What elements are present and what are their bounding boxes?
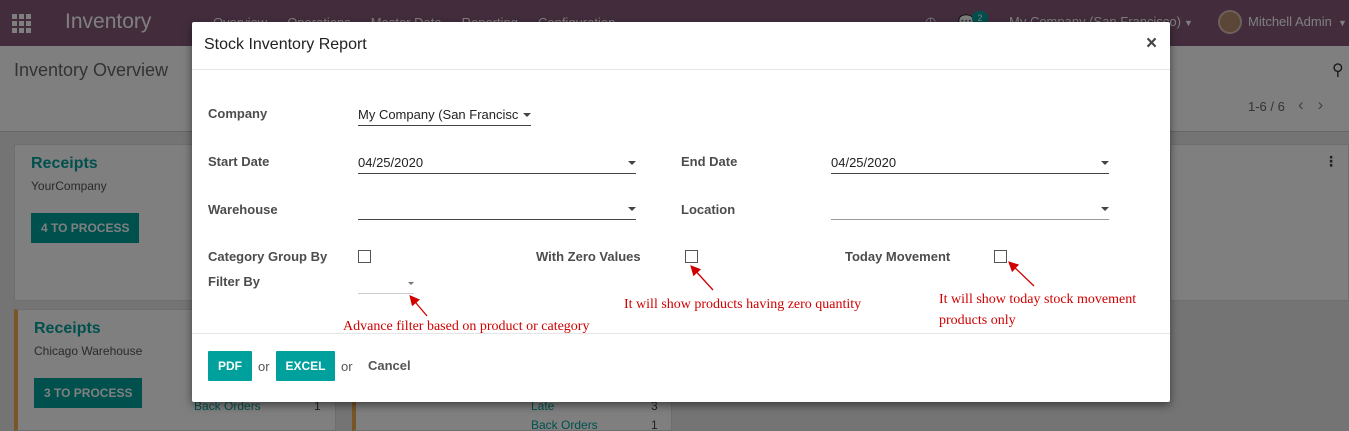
company-label: Company: [208, 106, 268, 121]
company-value: My Company (San Francisc: [358, 107, 519, 122]
close-icon[interactable]: ×: [1146, 33, 1157, 55]
pdf-button[interactable]: PDF: [208, 351, 252, 381]
start-date-label: Start Date: [208, 154, 270, 169]
today-movement-annotation-line1: It will show today stock movement: [939, 292, 1137, 307]
end-date-value: 04/25/2020: [831, 155, 897, 170]
dialog-title: Stock Inventory Report: [204, 36, 367, 53]
filter-by-select[interactable]: [358, 272, 414, 294]
category-group-by-label: Category Group By: [208, 249, 328, 264]
with-zero-values-label: With Zero Values: [536, 249, 641, 264]
stock-inventory-report-dialog: Stock Inventory Report × Company My Comp…: [192, 22, 1170, 402]
chevron-down-icon: [1101, 207, 1109, 211]
or-separator: or: [341, 359, 353, 374]
zero-values-annotation: It will show products having zero quanti…: [624, 297, 862, 312]
location-label: Location: [681, 202, 736, 217]
with-zero-values-checkbox[interactable]: [685, 250, 698, 263]
start-date-field[interactable]: 04/25/2020: [358, 152, 636, 174]
filter-arrow: [409, 295, 428, 317]
chevron-down-icon: [1101, 161, 1109, 165]
start-date-value: 04/25/2020: [358, 155, 424, 170]
today-movement-annotation-line2: products only: [939, 313, 1016, 328]
end-date-field[interactable]: 04/25/2020: [831, 152, 1109, 174]
end-date-label: End Date: [681, 154, 738, 169]
filter-by-label: Filter By: [208, 274, 261, 289]
today-movement-checkbox[interactable]: [994, 250, 1007, 263]
warehouse-select[interactable]: [358, 198, 636, 220]
dialog-footer: PDF or EXCEL or Cancel: [192, 333, 1170, 402]
chevron-down-icon: [523, 113, 531, 117]
excel-button[interactable]: EXCEL: [276, 351, 335, 381]
warehouse-label: Warehouse: [208, 202, 278, 217]
today-movement-arrow: [1008, 261, 1035, 287]
category-group-by-checkbox[interactable]: [358, 250, 371, 263]
dialog-header: Stock Inventory Report ×: [192, 22, 1170, 70]
location-select[interactable]: [831, 198, 1109, 220]
or-separator: or: [258, 359, 270, 374]
company-select[interactable]: My Company (San Francisc: [358, 104, 531, 126]
cancel-button[interactable]: Cancel: [368, 358, 411, 373]
chevron-down-icon: [628, 207, 636, 211]
chevron-down-icon: [408, 282, 414, 285]
zero-values-arrow: [690, 265, 714, 291]
chevron-down-icon: [628, 161, 636, 165]
today-movement-label: Today Movement: [845, 249, 951, 264]
